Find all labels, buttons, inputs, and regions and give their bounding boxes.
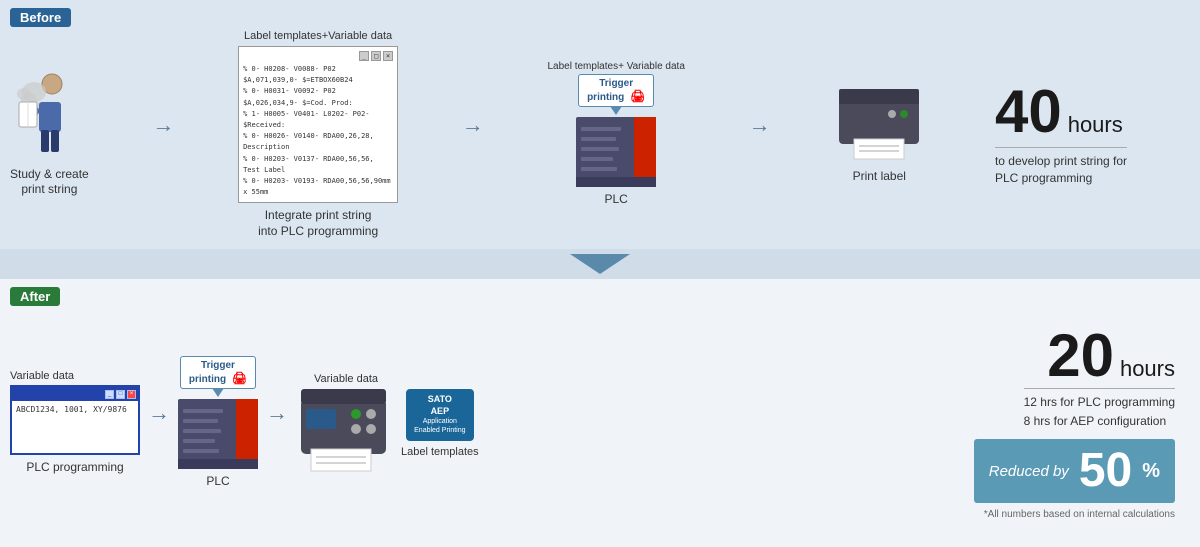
step1-label: Study & create print string (10, 167, 89, 198)
code-line-1: % 0- H0208- V0088- P02 $A,071,039,0- $=E… (243, 64, 393, 198)
step2-label: Integrate print string into PLC programm… (258, 208, 378, 239)
after-desc-line1: 12 hrs for PLC programming (1024, 393, 1175, 412)
var-label-after: Variable data (10, 370, 74, 382)
step3-label-plc: PLC (605, 192, 628, 208)
plc-icon-before (576, 117, 656, 187)
plc-icon-after (178, 399, 258, 469)
reduced-number: 50 (1079, 447, 1132, 495)
before-badge: Before (10, 8, 71, 27)
after-badge: After (10, 287, 60, 306)
sato-step: SATO AEP Application Enabled Printing La… (401, 389, 479, 458)
down-triangle-icon (570, 254, 630, 274)
before-section: Before (0, 0, 1200, 249)
footnote: *All numbers based on internal calculati… (984, 509, 1175, 520)
win-btn-max: □ (371, 51, 381, 61)
template-header: Label templates+Variable data (244, 30, 392, 42)
after-content: Variable data _ □ × ABCD1234, 1001, XY/9… (10, 326, 1190, 520)
step3-before: Label templates+ Variable data Trigger p… (547, 61, 684, 208)
printer-icon-after (296, 389, 396, 474)
var-win-min: _ (105, 390, 114, 399)
step1-after-label: PLC programming (26, 460, 123, 476)
reduced-box: Reduced by 50 % (974, 439, 1175, 503)
arrow2: → (462, 112, 484, 138)
win-btn-close: × (383, 51, 393, 61)
before-desc: to develop print string for PLC programm… (995, 147, 1127, 187)
reduced-label: Reduced by (989, 463, 1069, 480)
after-desc-line2: 8 hrs for AEP configuration (1024, 412, 1175, 431)
step2-before: Label templates+Variable data _ □ × % 0-… (238, 30, 398, 239)
step4-before: Print label (834, 84, 924, 185)
step3-header: Label templates+ Variable data (547, 61, 684, 72)
divider-arrow (0, 249, 1200, 279)
reduced-pct: % (1142, 460, 1160, 483)
var-titlebar: _ □ × (12, 387, 138, 401)
arrow-after-2: → (266, 400, 288, 426)
after-unit: hours (1120, 358, 1175, 380)
step1-after: Variable data _ □ × ABCD1234, 1001, XY/9… (10, 370, 140, 476)
after-number: 20 (1047, 326, 1114, 386)
step2-after-label: PLC (206, 474, 229, 490)
step3-after: Variable data (296, 373, 396, 474)
label-templates-text: Label templates (401, 446, 479, 458)
step1-before: Study & create print string (10, 72, 89, 198)
code-window: _ □ × % 0- H0208- V0088- P02 $A,071,039,… (238, 46, 398, 203)
before-stats: 40 hours to develop print string for PLC… (980, 72, 1180, 197)
after-number-row: 20 hours (1047, 326, 1175, 386)
win-btn-min: _ (359, 51, 369, 61)
person-icon (14, 72, 84, 162)
printer-icon-before (834, 84, 924, 164)
var-win-max: □ (116, 390, 125, 399)
after-desc: 12 hrs for PLC programming 8 hrs for AEP… (1024, 388, 1175, 431)
var-content: ABCD1234, 1001, XY/9876 (12, 401, 138, 418)
arrow3: → (749, 112, 771, 138)
var-win-close: × (127, 390, 136, 399)
arrow-after-1: → (148, 400, 170, 426)
before-number: 40 (995, 82, 1062, 142)
main-container: Before (0, 0, 1200, 547)
after-section: After Variable data _ □ × ABCD1234, 1001… (0, 279, 1200, 547)
trigger-badge-before: Trigger printing 🖨 (578, 74, 654, 107)
step2-after: Trigger printing 🖨 PLC (178, 356, 258, 490)
sato-badge: SATO AEP Application Enabled Printing (406, 389, 473, 441)
step3-var-label: Variable data (314, 373, 378, 385)
var-data-window: _ □ × ABCD1234, 1001, XY/9876 (10, 385, 140, 455)
before-unit: hours (1068, 114, 1123, 136)
before-content: Study & create print string → Label temp… (10, 30, 1180, 239)
arrow1: → (152, 112, 174, 138)
step4-label: Print label (853, 169, 906, 185)
after-stats: 20 hours 12 hrs for PLC programming 8 hr… (479, 326, 1190, 520)
trigger-badge-after: Trigger printing 🖨 (180, 356, 256, 389)
